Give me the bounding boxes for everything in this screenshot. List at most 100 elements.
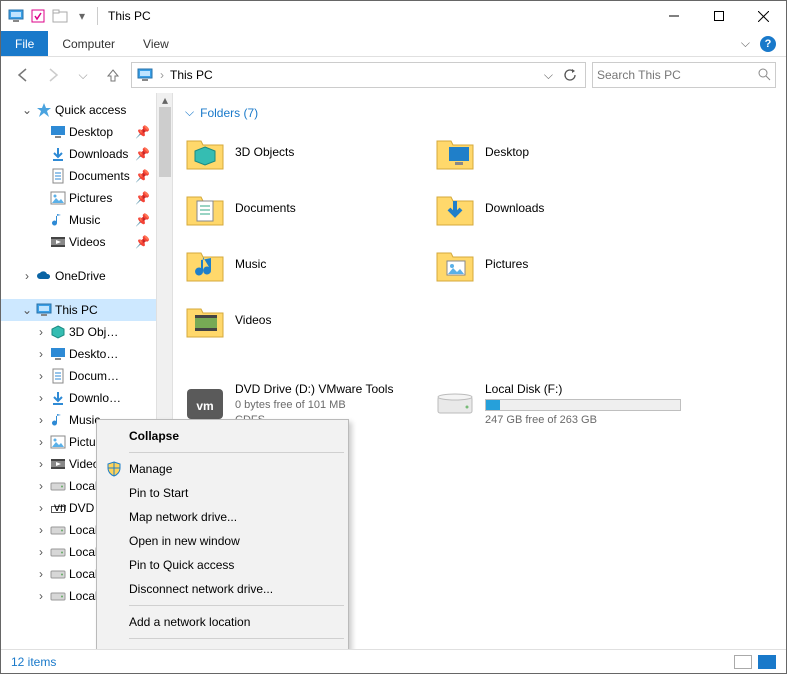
quick-access-toolbar: ▾ [7, 7, 91, 25]
chevron-down-icon[interactable]: ⌵ [185, 105, 194, 120]
cloud-icon [35, 267, 53, 285]
forward-button[interactable] [41, 63, 65, 87]
chevron-right-icon[interactable]: › [35, 326, 47, 338]
refresh-button[interactable] [559, 64, 581, 86]
sidebar-this-pc[interactable]: ⌄ This PC [1, 299, 156, 321]
folder-desktop[interactable]: Desktop [435, 130, 685, 174]
body: ⌄ Quick access Desktop📌Downloads📌Documen… [1, 93, 786, 649]
new-folder-icon[interactable] [51, 7, 69, 25]
sidebar-item-pc-2[interactable]: ›Docum… [1, 365, 156, 387]
folder-label: Pictures [485, 257, 528, 271]
sidebar-item-label: Deskto… [69, 347, 118, 361]
address-bar[interactable]: › This PC ⌵ [131, 62, 586, 88]
sidebar-item-label: Videos [69, 235, 105, 249]
up-button[interactable] [101, 63, 125, 87]
sidebar-item-label: Desktop [69, 125, 113, 139]
sidebar-item-pc-1[interactable]: › Deskto… [1, 343, 156, 365]
close-button[interactable] [741, 1, 786, 31]
sidebar-item-pc-0[interactable]: ›3D Obj… [1, 321, 156, 343]
context-menu-label: Delete [129, 648, 164, 649]
scrollbar-up-icon[interactable]: ▴ [157, 93, 173, 107]
folders-group-header[interactable]: ⌵ Folders (7) [185, 105, 774, 120]
folder-downloads[interactable]: Downloads [435, 186, 685, 230]
chevron-right-icon[interactable]: › [35, 414, 47, 426]
sidebar-item-downloads[interactable]: Downloads📌 [1, 143, 156, 165]
sidebar-item-desktop[interactable]: Desktop📌 [1, 121, 156, 143]
chevron-down-icon[interactable]: ⌄ [21, 104, 33, 116]
context-menu-open-in-new-window[interactable]: Open in new window [99, 529, 346, 553]
chevron-right-icon[interactable]: › [35, 502, 47, 514]
view-tiles-button[interactable] [758, 655, 776, 669]
context-menu-disconnect-network-drive-[interactable]: Disconnect network drive... [99, 577, 346, 601]
group-header-label: Folders (7) [200, 106, 258, 120]
chevron-right-icon[interactable]: › [35, 590, 47, 602]
context-menu: Collapse ManagePin to Start Map network dr… [96, 419, 349, 649]
chevron-right-icon[interactable]: › [21, 270, 33, 282]
tab-file[interactable]: File [1, 31, 48, 56]
tab-computer[interactable]: Computer [48, 31, 129, 56]
context-menu-map-network-drive-[interactable]: Map network drive... [99, 505, 346, 529]
documents-icon [49, 167, 67, 185]
folder-pictures[interactable]: Pictures [435, 242, 685, 286]
chevron-right-icon[interactable]: › [35, 524, 47, 536]
sidebar-item-label: Documents [69, 169, 130, 183]
chevron-right-icon[interactable]: › [35, 546, 47, 558]
breadcrumb[interactable]: This PC [170, 68, 213, 82]
context-menu-label: Add a network location [129, 615, 250, 629]
sidebar-item-pictures[interactable]: Pictures📌 [1, 187, 156, 209]
folder-label: Downloads [485, 201, 544, 215]
chevron-right-icon[interactable]: › [35, 348, 47, 360]
folder-icon [435, 133, 475, 171]
context-menu-collapse[interactable]: Collapse [99, 424, 346, 448]
sidebar-item-documents[interactable]: Documents📌 [1, 165, 156, 187]
folder-music[interactable]: Music [185, 242, 435, 286]
chevron-right-icon[interactable]: › [35, 392, 47, 404]
search-input[interactable]: Search This PC [592, 62, 776, 88]
hdd-icon [49, 587, 67, 605]
context-menu-separator [129, 638, 344, 639]
context-menu-label: Disconnect network drive... [129, 582, 273, 596]
sidebar-onedrive[interactable]: › OneDrive [1, 265, 156, 287]
context-menu-delete[interactable]: Delete [99, 643, 346, 649]
minimize-button[interactable] [651, 1, 696, 31]
folder-documents[interactable]: Documents [185, 186, 435, 230]
chevron-right-icon[interactable]: › [35, 480, 47, 492]
drive-item[interactable]: Local Disk (F:)247 GB free of 263 GB [435, 382, 685, 426]
view-details-button[interactable] [734, 655, 752, 669]
sidebar-item-pc-3[interactable]: ›Downlo… [1, 387, 156, 409]
address-dropdown-chevron-icon[interactable]: ⌵ [544, 68, 553, 83]
sidebar-item-videos[interactable]: Videos📌 [1, 231, 156, 253]
back-button[interactable] [11, 63, 35, 87]
hdd-icon [49, 543, 67, 561]
chevron-right-icon[interactable]: › [35, 568, 47, 580]
chevron-right-icon[interactable]: › [35, 458, 47, 470]
context-menu-label: Map network drive... [129, 510, 237, 524]
folder-videos[interactable]: Videos [185, 298, 435, 342]
chevron-down-icon[interactable]: ⌄ [21, 304, 33, 316]
sidebar-item-label: Music [69, 213, 100, 227]
folder-3d-objects[interactable]: 3D Objects [185, 130, 435, 174]
tab-view[interactable]: View [129, 31, 183, 56]
sidebar-quick-access[interactable]: ⌄ Quick access [1, 99, 156, 121]
downloads-icon [49, 145, 67, 163]
context-menu-pin-to-quick-access[interactable]: Pin to Quick access [99, 553, 346, 577]
pc-icon [7, 7, 25, 25]
context-menu-manage[interactable]: Manage [99, 457, 346, 481]
context-menu-add-a-network-location[interactable]: Add a network location [99, 610, 346, 634]
properties-icon[interactable] [29, 7, 47, 25]
ribbon-chevron-icon[interactable]: ⌵ [741, 36, 750, 51]
chevron-right-icon[interactable]: › [35, 436, 47, 448]
context-menu-pin-to-start[interactable]: Pin to Start [99, 481, 346, 505]
view-buttons [734, 655, 776, 669]
sidebar-item-label: Downloads [69, 147, 128, 161]
sidebar-item-music[interactable]: Music📌 [1, 209, 156, 231]
capacity-bar [485, 399, 681, 411]
qat-customize-chevron-icon[interactable]: ▾ [73, 7, 91, 25]
scrollbar-thumb[interactable] [159, 107, 171, 177]
help-button[interactable]: ? [760, 36, 776, 52]
chevron-right-icon[interactable]: › [35, 370, 47, 382]
folder-label: Documents [235, 201, 296, 215]
recent-locations-chevron-icon[interactable]: ⌵ [71, 63, 95, 87]
search-icon [757, 67, 771, 84]
maximize-button[interactable] [696, 1, 741, 31]
